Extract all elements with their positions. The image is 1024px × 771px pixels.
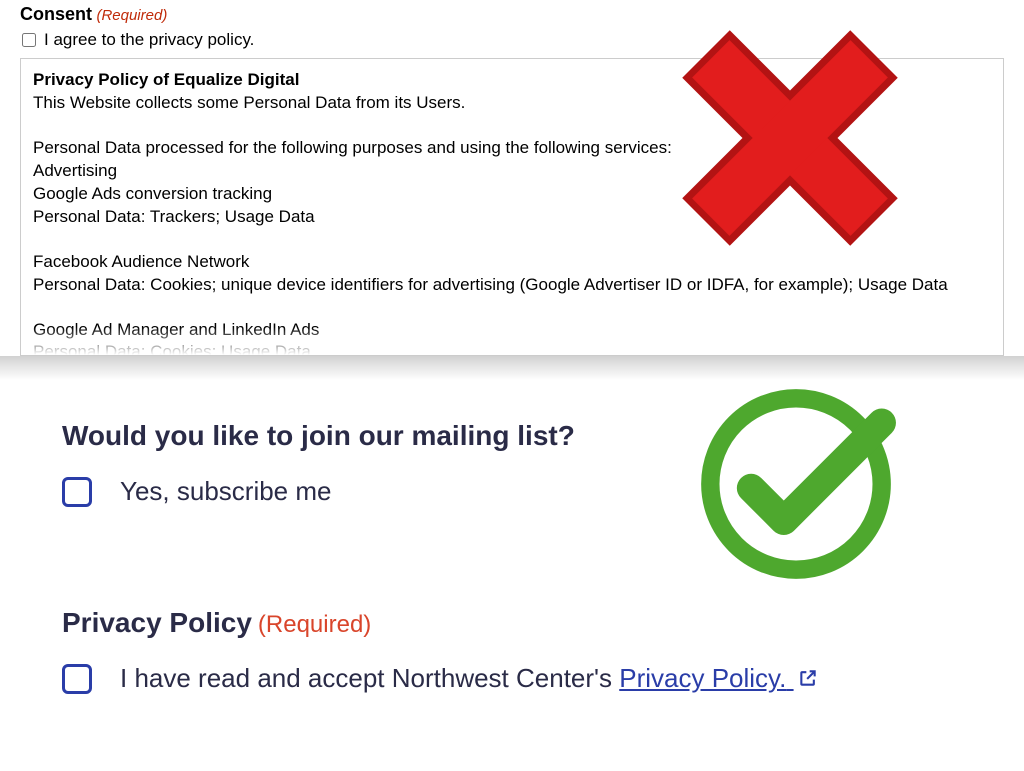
policy-section-heading: Facebook Audience Network	[33, 251, 991, 274]
subscribe-label: Yes, subscribe me	[120, 476, 331, 507]
policy-section-heading: Advertising	[33, 160, 991, 183]
privacy-policy-scrollbox[interactable]: Privacy Policy of Equalize Digital This …	[20, 58, 1004, 356]
policy-section-line: Google Ads conversion tracking	[33, 183, 991, 206]
mailing-list-heading: Would you like to join our mailing list?	[62, 420, 962, 452]
privacy-required-label: (Required)	[258, 611, 371, 638]
policy-purposes-intro: Personal Data processed for the followin…	[33, 137, 991, 160]
consent-required-label: (Required)	[96, 7, 167, 24]
consent-agree-label: I agree to the privacy policy.	[44, 30, 254, 50]
subscribe-checkbox[interactable]	[62, 477, 92, 507]
policy-title: Privacy Policy of Equalize Digital	[33, 69, 991, 92]
privacy-accept-checkbox[interactable]	[62, 664, 92, 694]
privacy-policy-heading: Privacy Policy	[62, 607, 252, 638]
consent-agree-checkbox[interactable]	[22, 33, 36, 47]
policy-intro: This Website collects some Personal Data…	[33, 92, 991, 115]
policy-section-line: Personal Data: Trackers; Usage Data	[33, 206, 991, 229]
section-divider	[0, 356, 1024, 380]
consent-heading: Consent	[20, 4, 92, 24]
policy-section-line: Personal Data: Cookies; unique device id…	[33, 274, 991, 297]
privacy-accept-label: I have read and accept Northwest Center'…	[120, 663, 818, 694]
external-link-icon	[798, 668, 818, 688]
privacy-policy-link[interactable]: Privacy Policy.	[619, 663, 817, 693]
